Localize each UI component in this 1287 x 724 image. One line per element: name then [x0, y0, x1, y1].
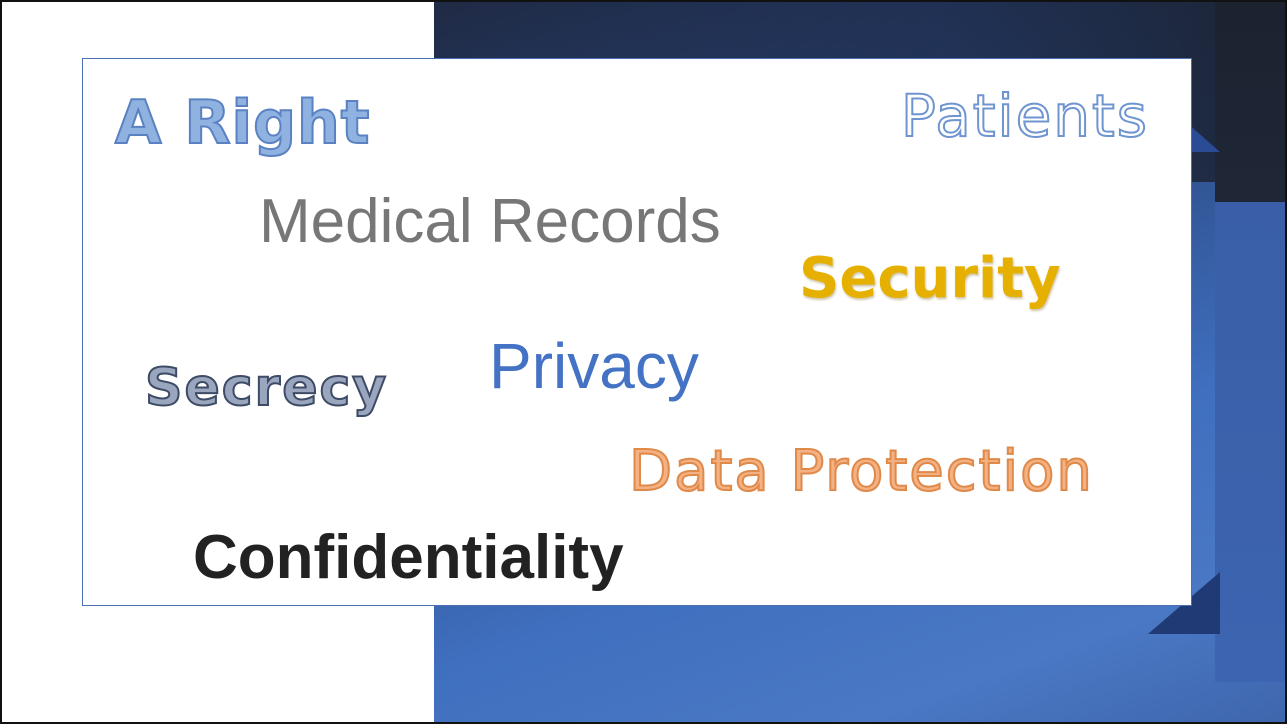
word-medical-records: Medical Records	[259, 187, 721, 256]
word-data-protection: Data Protection	[628, 439, 1094, 504]
word-secrecy: Secrecy	[144, 358, 389, 418]
word-confidentiality: Confidentiality	[193, 523, 624, 592]
right-dark-accent	[1215, 2, 1285, 202]
right-blue-accent	[1215, 202, 1285, 682]
word-a-right: A Right	[114, 88, 371, 158]
presentation-slide: A Right Patients Medical Records Securit…	[0, 0, 1287, 724]
word-patients: Patients	[900, 82, 1149, 150]
word-cloud-box: A Right Patients Medical Records Securit…	[82, 58, 1192, 606]
word-security: Security	[799, 246, 1061, 311]
word-privacy: Privacy	[489, 330, 699, 402]
